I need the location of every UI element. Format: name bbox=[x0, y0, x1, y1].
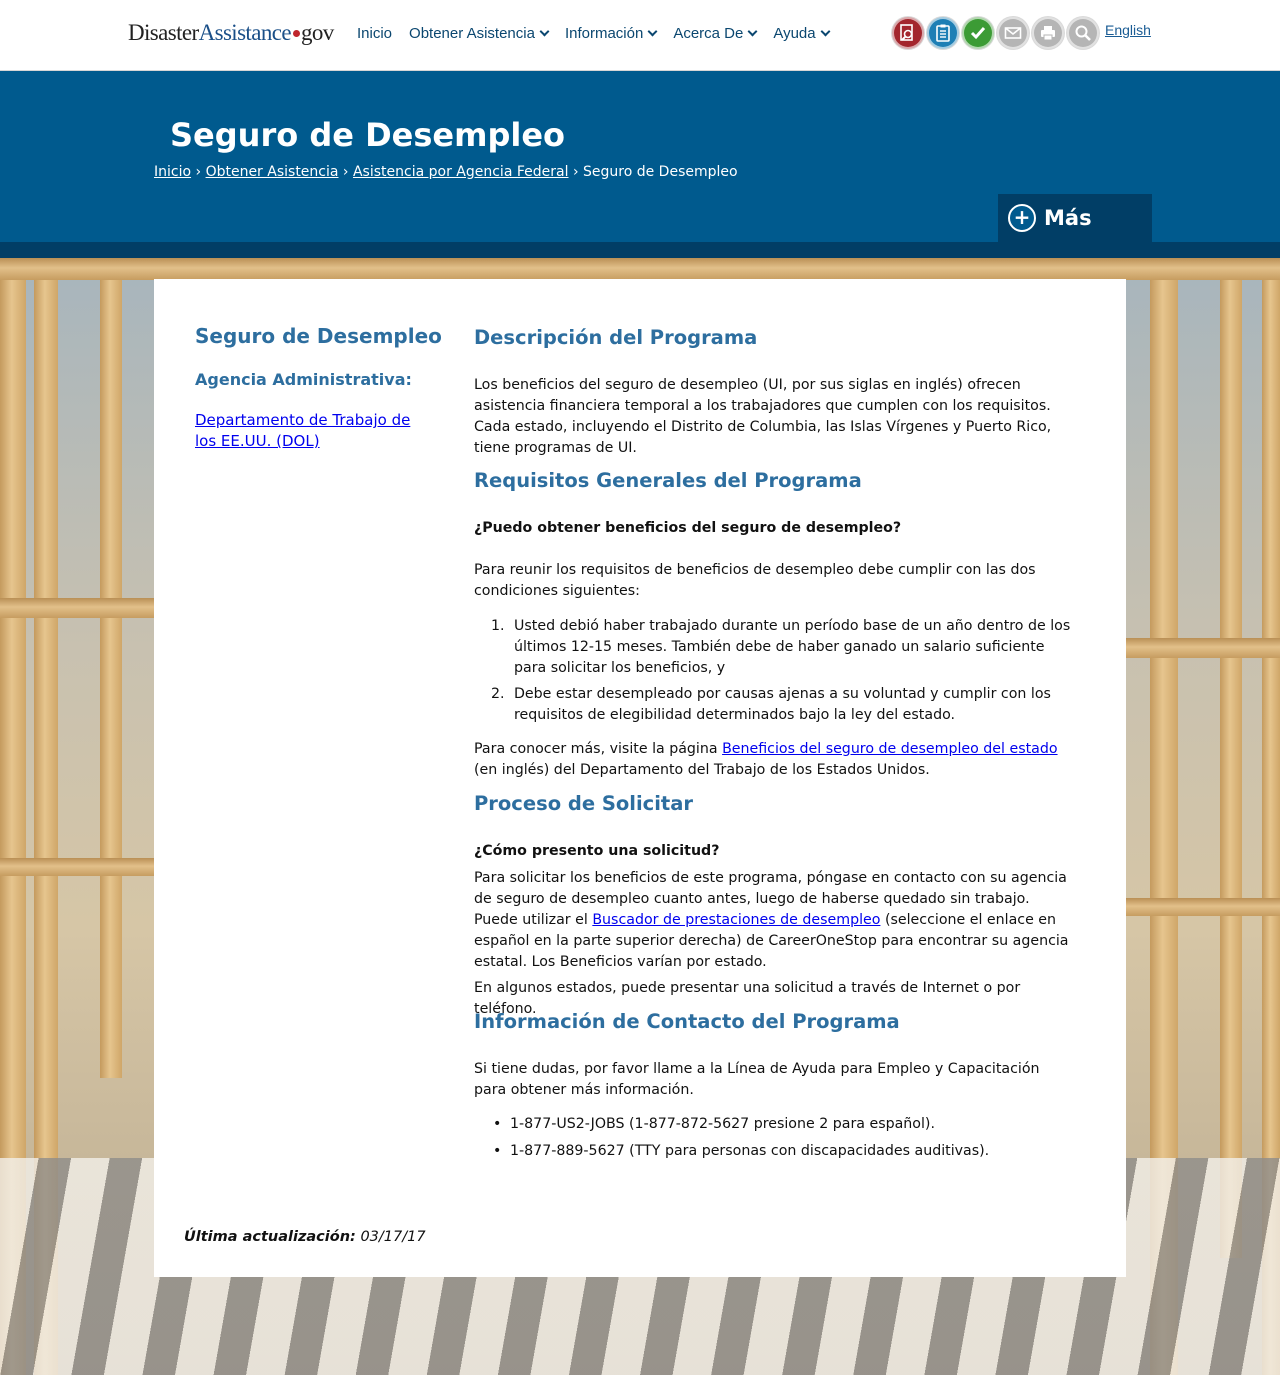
benefits-finder-link[interactable]: Buscador de prestaciones de desempleo bbox=[592, 912, 880, 928]
nav-ayuda[interactable]: Ayuda bbox=[773, 25, 831, 42]
sidebar-title: Seguro de Desempleo bbox=[195, 324, 442, 348]
list-item: 1. Usted debió haber trabajado durante u… bbox=[491, 618, 1071, 676]
requirements-more: Para conocer más, visite la página Benef… bbox=[474, 741, 1058, 778]
agency-heading: Agencia Administrativa: bbox=[195, 370, 412, 389]
site-header: DisasterAssistance gov Inicio Obtener Asi… bbox=[0, 0, 1280, 71]
nav-obtener-asistencia[interactable]: Obtener Asistencia bbox=[409, 25, 550, 42]
checklist-icon[interactable] bbox=[927, 17, 959, 49]
main-nav: Inicio Obtener Asistencia Información Ac… bbox=[357, 25, 831, 42]
site-logo[interactable]: DisasterAssistance gov bbox=[128, 20, 334, 46]
breadcrumb-separator: › bbox=[572, 164, 579, 180]
breadcrumb-separator: › bbox=[342, 164, 349, 180]
page-title: Seguro de Desempleo bbox=[170, 116, 566, 154]
document-search-icon[interactable] bbox=[892, 17, 924, 49]
chevron-down-icon bbox=[820, 26, 831, 37]
requirements-heading: Requisitos Generales del Programa bbox=[474, 469, 862, 492]
apply-heading: Proceso de Solicitar bbox=[474, 792, 694, 815]
last-updated: Última actualización: 03/17/17 bbox=[184, 1229, 426, 1245]
chevron-down-icon bbox=[647, 26, 658, 37]
content-card: Seguro de Desempleo Agencia Administrati… bbox=[154, 279, 1126, 1277]
nav-acerca-de[interactable]: Acerca De bbox=[673, 25, 758, 42]
toolbar bbox=[892, 17, 1099, 49]
contact-intro: Si tiene dudas, por favor llame a la Lín… bbox=[474, 1061, 1040, 1098]
search-icon[interactable] bbox=[1067, 17, 1099, 49]
nav-informacion[interactable]: Información bbox=[565, 25, 658, 42]
apply-question: ¿Cómo presento una solicitud? bbox=[474, 843, 720, 859]
state-benefits-link[interactable]: Beneficios del seguro de desempleo del e… bbox=[722, 741, 1058, 757]
checkmark-icon[interactable] bbox=[962, 17, 994, 49]
plus-icon: + bbox=[1008, 204, 1036, 232]
breadcrumb-obtener-asistencia[interactable]: Obtener Asistencia bbox=[206, 164, 339, 180]
more-button[interactable]: + Más bbox=[998, 194, 1152, 242]
chevron-down-icon bbox=[747, 26, 758, 37]
breadcrumb-asistencia-agencia-federal[interactable]: Asistencia por Agencia Federal bbox=[353, 164, 569, 180]
hero-bottom-strip bbox=[0, 242, 1280, 258]
email-icon[interactable] bbox=[997, 17, 1029, 49]
list-item: • 1-877-889-5627 (TTY para personas con … bbox=[493, 1143, 990, 1159]
list-item: • 1-877-US2-JOBS (1-877-872-5627 presion… bbox=[493, 1116, 935, 1132]
more-button-label: Más bbox=[1044, 206, 1092, 230]
print-icon[interactable] bbox=[1032, 17, 1064, 49]
description-text: Los beneficios del seguro de desempleo (… bbox=[474, 377, 1052, 456]
breadcrumb: Inicio › Obtener Asistencia › Asistencia… bbox=[154, 164, 738, 180]
page-hero: Seguro de Desempleo Inicio › Obtener Asi… bbox=[0, 71, 1280, 242]
chevron-down-icon bbox=[539, 26, 550, 37]
requirements-intro: Para reunir los requisitos de beneficios… bbox=[474, 562, 1036, 599]
requirements-question: ¿Puedo obtener beneficios del seguro de … bbox=[474, 520, 902, 536]
breadcrumb-inicio[interactable]: Inicio bbox=[154, 164, 191, 180]
breadcrumb-current: Seguro de Desempleo bbox=[583, 164, 738, 180]
language-link-english[interactable]: English bbox=[1105, 22, 1151, 38]
breadcrumb-separator: › bbox=[195, 164, 202, 180]
agency-link[interactable]: Departamento de Trabajo de los EE.UU. (D… bbox=[195, 410, 430, 452]
apply-text: Para solicitar los beneficios de este pr… bbox=[474, 870, 1069, 970]
list-item: 2. Debe estar desempleado por causas aje… bbox=[491, 686, 1051, 723]
contact-heading: Información de Contacto del Programa bbox=[474, 1010, 900, 1033]
description-heading: Descripción del Programa bbox=[474, 326, 758, 349]
nav-inicio[interactable]: Inicio bbox=[357, 25, 392, 42]
